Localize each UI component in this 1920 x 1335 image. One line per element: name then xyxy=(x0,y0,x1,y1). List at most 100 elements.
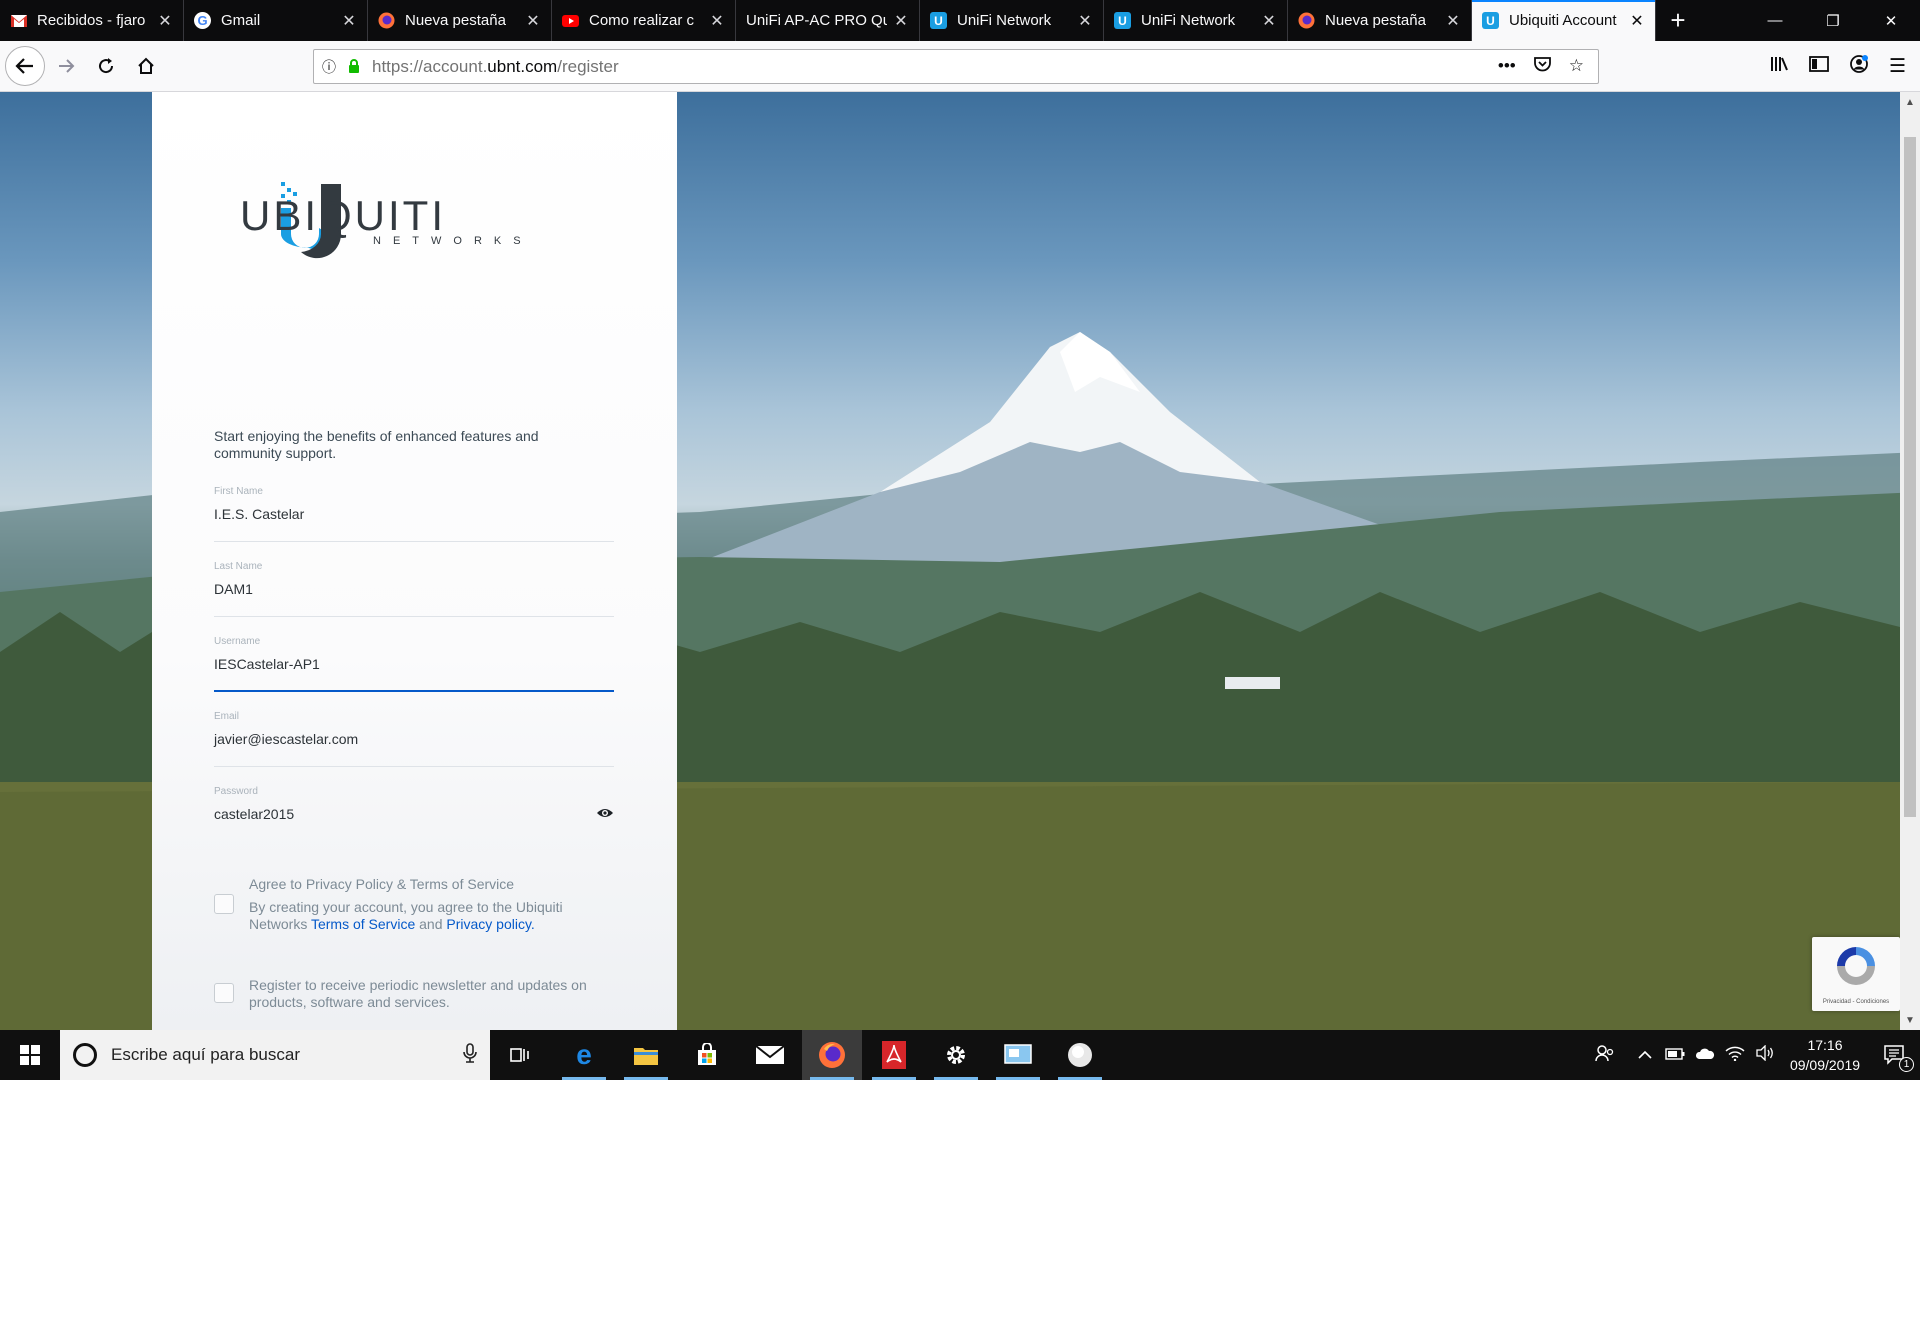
pocket-icon[interactable] xyxy=(1533,56,1551,77)
tab-youtube[interactable]: Como realizar c ✕ xyxy=(552,0,736,41)
onedrive-cloud-icon[interactable] xyxy=(1690,1047,1720,1064)
tab-new-tab-1[interactable]: Nueva pestaña ✕ xyxy=(368,0,552,41)
show-password-eye-icon[interactable] xyxy=(596,806,614,820)
show-hidden-icons-chevron-icon[interactable] xyxy=(1630,1047,1660,1064)
close-icon[interactable]: ✕ xyxy=(1077,11,1093,31)
agree-text-after: . xyxy=(530,916,535,932)
terms-of-service-link[interactable]: Terms of Service xyxy=(311,916,415,932)
google-icon: G xyxy=(194,12,211,29)
forward-button[interactable] xyxy=(48,48,84,84)
tab-unifi-ap[interactable]: UniFi AP-AC PRO Qu ✕ xyxy=(736,0,920,41)
new-tab-button[interactable]: + xyxy=(1656,0,1700,41)
sidebar-icon[interactable] xyxy=(1809,55,1829,79)
clock-time: 17:16 xyxy=(1807,1037,1843,1053)
media-app-icon[interactable] xyxy=(1050,1030,1110,1080)
tab-title: UniFi Network xyxy=(957,12,1052,29)
page-scrollbar[interactable]: ▲ ▼ xyxy=(1900,92,1920,1030)
close-icon[interactable]: ✕ xyxy=(1261,11,1277,31)
home-button[interactable] xyxy=(128,48,164,84)
reload-button[interactable] xyxy=(88,48,124,84)
action-center-button[interactable]: 1 xyxy=(1870,1030,1920,1080)
username-value[interactable]: IESCastelar-AP1 xyxy=(214,656,320,672)
newsletter-checkbox[interactable] xyxy=(214,983,234,1003)
address-bar[interactable]: ⓘ https://account.ubnt.com/register ••• … xyxy=(313,49,1599,84)
wifi-icon[interactable] xyxy=(1720,1045,1750,1065)
newsletter-text: Register to receive periodic newsletter … xyxy=(249,977,587,1010)
first-name-label: First Name xyxy=(214,486,263,497)
clock[interactable]: 17:16 09/09/2019 xyxy=(1780,1035,1870,1075)
store-icon[interactable] xyxy=(677,1030,737,1080)
browser-right-tools: ☰ xyxy=(1769,41,1920,92)
search-placeholder[interactable]: Escribe aquí para buscar xyxy=(111,1045,450,1065)
edge-icon[interactable]: e xyxy=(554,1030,614,1080)
ubiquiti-icon: U xyxy=(1482,12,1499,29)
lock-icon[interactable] xyxy=(344,57,364,77)
email-field[interactable]: Email javier@iescastelar.com xyxy=(214,711,614,767)
username-field[interactable]: Username IESCastelar-AP1 xyxy=(214,636,614,692)
close-icon[interactable]: ✕ xyxy=(525,11,541,31)
acrobat-icon[interactable] xyxy=(864,1030,924,1080)
password-label: Password xyxy=(214,786,258,797)
close-icon[interactable]: ✕ xyxy=(893,11,909,31)
email-value[interactable]: javier@iescastelar.com xyxy=(214,731,358,747)
scrollbar-thumb[interactable] xyxy=(1904,137,1916,817)
back-button[interactable] xyxy=(5,46,45,86)
privacy-policy-link[interactable]: Privacy policy xyxy=(446,916,531,932)
volume-icon[interactable] xyxy=(1750,1044,1780,1065)
first-name-field[interactable]: First Name I.E.S. Castelar xyxy=(214,486,614,542)
url-path: /register xyxy=(557,56,619,76)
running-indicator xyxy=(624,1077,668,1080)
password-value[interactable]: castelar2015 xyxy=(214,806,294,822)
page-actions-icon[interactable]: ••• xyxy=(1498,56,1516,77)
minimize-icon[interactable]: — xyxy=(1746,0,1804,41)
tab-unifi-network-1[interactable]: U UniFi Network ✕ xyxy=(920,0,1104,41)
system-tray: 17:16 09/09/2019 1 xyxy=(1590,1030,1920,1080)
firefox-taskbar-icon[interactable] xyxy=(802,1030,862,1080)
first-name-value[interactable]: I.E.S. Castelar xyxy=(214,506,304,522)
close-icon[interactable]: ✕ xyxy=(709,11,725,31)
windows-logo-icon xyxy=(20,1045,40,1065)
email-label: Email xyxy=(214,711,240,722)
tab-unifi-network-2[interactable]: U UniFi Network ✕ xyxy=(1104,0,1288,41)
account-icon[interactable] xyxy=(1849,54,1869,80)
close-icon[interactable]: ✕ xyxy=(1629,11,1645,31)
info-icon[interactable]: ⓘ xyxy=(314,57,344,77)
close-icon[interactable]: ✕ xyxy=(157,11,173,31)
last-name-label: Last Name xyxy=(214,561,263,572)
remote-desktop-icon[interactable] xyxy=(988,1030,1048,1080)
hamburger-menu-icon[interactable]: ☰ xyxy=(1889,55,1906,78)
close-icon[interactable]: ✕ xyxy=(341,11,357,31)
tab-gmail[interactable]: G Gmail ✕ xyxy=(184,0,368,41)
last-name-value[interactable]: DAM1 xyxy=(214,581,253,597)
scroll-down-arrow-icon[interactable]: ▼ xyxy=(1900,1010,1920,1030)
scroll-up-arrow-icon[interactable]: ▲ xyxy=(1900,92,1920,112)
tab-new-tab-2[interactable]: Nueva pestaña ✕ xyxy=(1288,0,1472,41)
windows-taskbar: Escribe aquí para buscar e 17:16 09/09/2… xyxy=(0,1030,1920,1080)
battery-icon[interactable] xyxy=(1660,1047,1690,1064)
tab-ubiquiti-account[interactable]: U Ubiquiti Account ✕ xyxy=(1472,0,1656,41)
settings-gear-icon[interactable] xyxy=(926,1030,986,1080)
file-explorer-icon[interactable] xyxy=(616,1030,676,1080)
recaptcha-links[interactable]: Privacidad - Condiciones xyxy=(1812,999,1900,1005)
tab-title: Como realizar c xyxy=(589,12,695,29)
start-button[interactable] xyxy=(0,1030,60,1080)
tab-gmail-inbox[interactable]: Recibidos - fjaro ✕ xyxy=(0,0,184,41)
task-view-icon[interactable] xyxy=(490,1030,550,1080)
mail-icon[interactable] xyxy=(740,1030,800,1080)
microphone-icon[interactable] xyxy=(450,1042,490,1068)
agree-terms-checkbox[interactable] xyxy=(214,894,234,914)
taskbar-search-box[interactable]: Escribe aquí para buscar xyxy=(60,1030,490,1080)
bookmark-star-icon[interactable]: ☆ xyxy=(1569,56,1584,77)
cortana-icon[interactable] xyxy=(73,1043,97,1067)
restore-icon[interactable]: ❐ xyxy=(1804,0,1862,41)
agree-terms-text: Agree to Privacy Policy & Terms of Servi… xyxy=(249,876,609,933)
tab-title: Nueva pestaña xyxy=(405,12,506,29)
window-close-icon[interactable]: ✕ xyxy=(1862,0,1920,41)
password-field[interactable]: Password castelar2015 xyxy=(214,786,614,842)
running-indicator xyxy=(934,1077,978,1080)
last-name-field[interactable]: Last Name DAM1 xyxy=(214,561,614,617)
close-icon[interactable]: ✕ xyxy=(1445,11,1461,31)
recaptcha-badge[interactable]: Privacidad - Condiciones xyxy=(1812,937,1900,1011)
people-icon[interactable] xyxy=(1590,1044,1620,1066)
library-icon[interactable] xyxy=(1769,55,1789,79)
